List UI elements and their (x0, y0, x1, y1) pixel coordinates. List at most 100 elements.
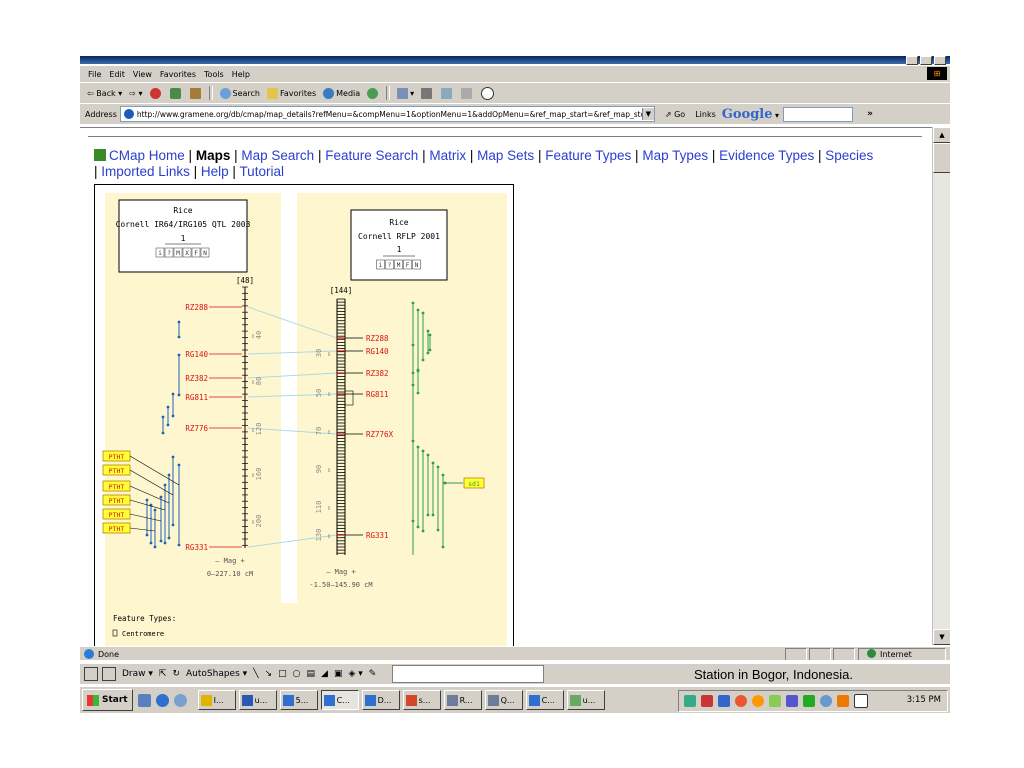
nav-evidence-types[interactable]: Evidence Types (719, 148, 814, 163)
rectangle-tool-icon[interactable]: □ (278, 669, 287, 679)
map-button-?[interactable]: ? (164, 247, 174, 258)
show-desktop-icon[interactable] (137, 693, 151, 707)
print-button[interactable] (421, 87, 434, 99)
nav-help[interactable]: Help (201, 164, 229, 179)
start-button[interactable]: Start (82, 689, 133, 711)
wordart-icon[interactable]: ◢ (321, 669, 328, 679)
back-button[interactable]: ⇦ Back ▾ (87, 89, 122, 98)
close-button[interactable] (934, 56, 946, 65)
taskbar-button[interactable]: C... (320, 690, 359, 710)
media-button[interactable]: Media (323, 87, 360, 99)
menu-edit[interactable]: Edit (109, 70, 125, 79)
taskbar-button[interactable]: Q... (484, 690, 523, 710)
slide-view-icon[interactable] (102, 667, 116, 681)
maximize-button[interactable] (920, 56, 932, 65)
taskbar-button[interactable]: R... (443, 690, 482, 710)
nav-imported-links[interactable]: Imported Links (101, 164, 190, 179)
scroll-thumb[interactable] (933, 143, 950, 173)
toolbar-overflow-chevron[interactable]: » (867, 109, 873, 119)
minimize-button[interactable] (906, 56, 918, 65)
map-button-M[interactable]: M (173, 247, 183, 258)
rotate-icon[interactable]: ↻ (172, 669, 180, 679)
nav-map-sets[interactable]: Map Sets (477, 148, 534, 163)
normal-view-icon[interactable] (84, 667, 98, 681)
antivirus-icon[interactable] (701, 695, 713, 707)
map-button-F[interactable]: F (403, 259, 412, 270)
vertical-scrollbar[interactable]: ▲ ▼ (932, 127, 950, 645)
nav-cmap-home[interactable]: CMap Home (109, 148, 185, 163)
messenger-quicklaunch-icon[interactable] (173, 693, 187, 707)
forward-button[interactable]: ⇨ ▾ (129, 89, 142, 98)
menu-file[interactable]: File (88, 70, 101, 79)
google-search-input[interactable] (783, 106, 854, 122)
address-dropdown-button[interactable]: ▼ (641, 108, 654, 120)
menu-help[interactable]: Help (232, 70, 250, 79)
taskbar-button[interactable]: C... (525, 690, 564, 710)
select-pointer-icon[interactable]: ⇱ (159, 669, 167, 679)
history-button[interactable] (367, 87, 380, 99)
fill-color-icon[interactable]: ◈ ▾ (348, 669, 362, 679)
scroll-up-arrow-icon[interactable]: ▲ (933, 127, 950, 143)
links-button[interactable]: Links (695, 110, 716, 119)
search-button[interactable]: Search (219, 87, 260, 99)
map-button-X[interactable]: X (182, 247, 192, 258)
sync-icon[interactable] (837, 695, 849, 707)
arrow-tool-icon[interactable]: ↘ (265, 669, 273, 679)
nav-tutorial[interactable]: Tutorial (239, 164, 284, 179)
nav-feature-types[interactable]: Feature Types (545, 148, 631, 163)
update-icon[interactable] (752, 695, 764, 707)
map-button-N[interactable]: N (200, 247, 210, 258)
discuss-button[interactable] (461, 87, 474, 99)
autoshapes-button[interactable]: AutoShapes ▾ (186, 669, 247, 679)
taskbar-button[interactable]: D... (361, 690, 400, 710)
nav-species[interactable]: Species (825, 148, 873, 163)
mail-tray-icon[interactable] (854, 694, 868, 708)
comparative-map-image[interactable]: Rice Cornell IR64/IRG105 QTL 2003 1 i? M X… (94, 184, 514, 646)
taskbar-button[interactable]: 5... (279, 690, 318, 710)
home-button[interactable] (189, 87, 203, 99)
line-tool-icon[interactable]: ╲ (253, 669, 258, 679)
left-mag-control[interactable]: – Mag + (215, 557, 245, 565)
signal-icon[interactable] (803, 695, 815, 707)
ring-icon[interactable] (735, 695, 747, 707)
map-button-F[interactable]: F (191, 247, 201, 258)
google-toolbar-button[interactable]: Google ▾ (722, 107, 779, 122)
nav-matrix[interactable]: Matrix (429, 148, 466, 163)
menu-favorites[interactable]: Favorites (160, 70, 196, 79)
taskbar-button[interactable]: u... (238, 690, 277, 710)
nav-map-search[interactable]: Map Search (241, 148, 314, 163)
map-button-i[interactable]: i (155, 247, 165, 258)
menu-tools[interactable]: Tools (204, 70, 224, 79)
stop-button[interactable] (149, 87, 163, 99)
nav-feature-search[interactable]: Feature Search (325, 148, 418, 163)
edit-button[interactable] (441, 87, 454, 99)
ie-quicklaunch-icon[interactable] (155, 693, 169, 707)
refresh-button[interactable] (169, 87, 183, 99)
favorites-button[interactable]: Favorites (266, 87, 316, 99)
right-mag-control[interactable]: – Mag + (326, 568, 356, 576)
map-button-?[interactable]: ? (385, 259, 394, 270)
globe-tray-icon[interactable] (820, 695, 832, 707)
clipart-icon[interactable]: ▣ (334, 669, 343, 679)
address-input[interactable]: http://www.gramene.org/db/cmap/map_detai… (119, 106, 655, 122)
go-button[interactable]: ⇗ Go (665, 110, 685, 119)
map-button-i[interactable]: i (376, 259, 385, 270)
menu-view[interactable]: View (133, 70, 152, 79)
map-button-N[interactable]: N (412, 259, 421, 270)
messenger-button[interactable] (481, 86, 496, 100)
nav-map-types[interactable]: Map Types (642, 148, 708, 163)
oval-tool-icon[interactable]: ○ (293, 669, 301, 679)
network-icon[interactable] (684, 695, 696, 707)
scroll-down-arrow-icon[interactable]: ▼ (933, 629, 950, 645)
taskbar-button[interactable]: u... (566, 690, 605, 710)
volume-icon[interactable] (786, 695, 798, 707)
draw-menu-button[interactable]: Draw ▾ (122, 669, 153, 679)
line-color-icon[interactable]: ✎ (369, 669, 377, 679)
shield-icon[interactable] (769, 695, 781, 707)
map-button-M[interactable]: M (394, 259, 403, 270)
mail-button[interactable]: ▾ (397, 87, 414, 99)
taskbar-button[interactable]: s... (402, 690, 441, 710)
textbox-tool-icon[interactable]: ▤ (307, 669, 316, 679)
display-icon[interactable] (718, 695, 730, 707)
taskbar-button[interactable]: I... (197, 690, 236, 710)
